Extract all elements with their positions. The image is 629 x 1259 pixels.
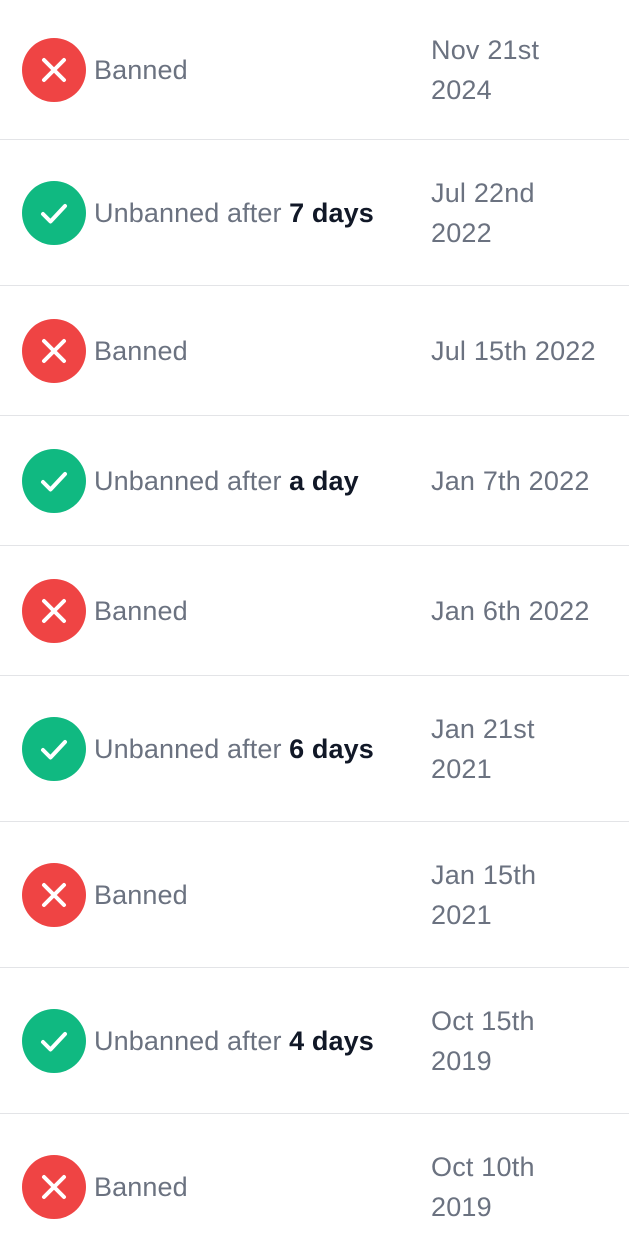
event-label: Unbanned after [94, 465, 282, 496]
history-row: Unbanned after 4 days Oct 15th 2019 [0, 968, 629, 1114]
event-text: Unbanned after 4 days [94, 1021, 412, 1061]
close-icon [22, 318, 86, 383]
event-text: Banned [94, 591, 412, 631]
close-icon [22, 862, 86, 927]
event-date: Oct 15th 2019 [431, 1005, 535, 1076]
banned-status-icon [22, 37, 86, 102]
history-row: Unbanned after a day Jan 7th 2022 [0, 416, 629, 546]
event-date: Jan 7th 2022 [431, 465, 590, 496]
history-row: Unbanned after 6 days Jan 21st 2021 [0, 676, 629, 822]
unbanned-status-icon [22, 180, 86, 245]
unbanned-status-icon [22, 448, 86, 513]
event-date: Oct 10th 2019 [431, 1151, 535, 1222]
event-label: Banned [94, 54, 188, 85]
event-date: Jul 15th 2022 [431, 335, 596, 366]
event-date: Jul 22nd 2022 [431, 177, 535, 248]
event-label: Banned [94, 335, 188, 366]
history-row: Banned Nov 21st 2024 [0, 0, 629, 140]
event-text: Unbanned after 6 days [94, 729, 412, 769]
close-icon [22, 578, 86, 643]
event-date: Nov 21st 2024 [431, 34, 540, 105]
banned-status-icon [22, 578, 86, 643]
history-row: Unbanned after 7 days Jul 22nd 2022 [0, 140, 629, 286]
event-text: Banned [94, 50, 412, 90]
event-label: Unbanned after [94, 1025, 282, 1056]
event-duration: a day [289, 465, 359, 496]
history-row: Banned Jan 15th 2021 [0, 822, 629, 968]
event-duration: 4 days [289, 1025, 374, 1056]
event-text: Unbanned after 7 days [94, 193, 412, 233]
close-icon [22, 1154, 86, 1219]
banned-status-icon [22, 318, 86, 383]
unbanned-status-icon [22, 716, 86, 781]
check-icon [22, 716, 86, 781]
banned-status-icon [22, 1154, 86, 1219]
history-row: Banned Jul 15th 2022 [0, 286, 629, 416]
event-date: Jan 21st 2021 [431, 713, 535, 784]
event-date: Jan 6th 2022 [431, 595, 590, 626]
check-icon [22, 180, 86, 245]
event-text: Banned [94, 875, 412, 915]
event-label: Unbanned after [94, 733, 282, 764]
event-duration: 6 days [289, 733, 374, 764]
event-date: Jan 15th 2021 [431, 859, 537, 930]
history-row: Banned Jan 6th 2022 [0, 546, 629, 676]
event-text: Unbanned after a day [94, 461, 412, 501]
history-row: Banned Oct 10th 2019 [0, 1114, 629, 1259]
event-label: Unbanned after [94, 197, 282, 228]
banned-status-icon [22, 862, 86, 927]
event-duration: 7 days [289, 197, 374, 228]
event-text: Banned [94, 331, 412, 371]
ban-history-list: Banned Nov 21st 2024 Unbanned after 7 da… [0, 0, 629, 1259]
close-icon [22, 37, 86, 102]
event-label: Banned [94, 879, 188, 910]
event-label: Banned [94, 595, 188, 626]
check-icon [22, 1008, 86, 1073]
check-icon [22, 448, 86, 513]
event-text: Banned [94, 1167, 412, 1207]
event-label: Banned [94, 1171, 188, 1202]
unbanned-status-icon [22, 1008, 86, 1073]
